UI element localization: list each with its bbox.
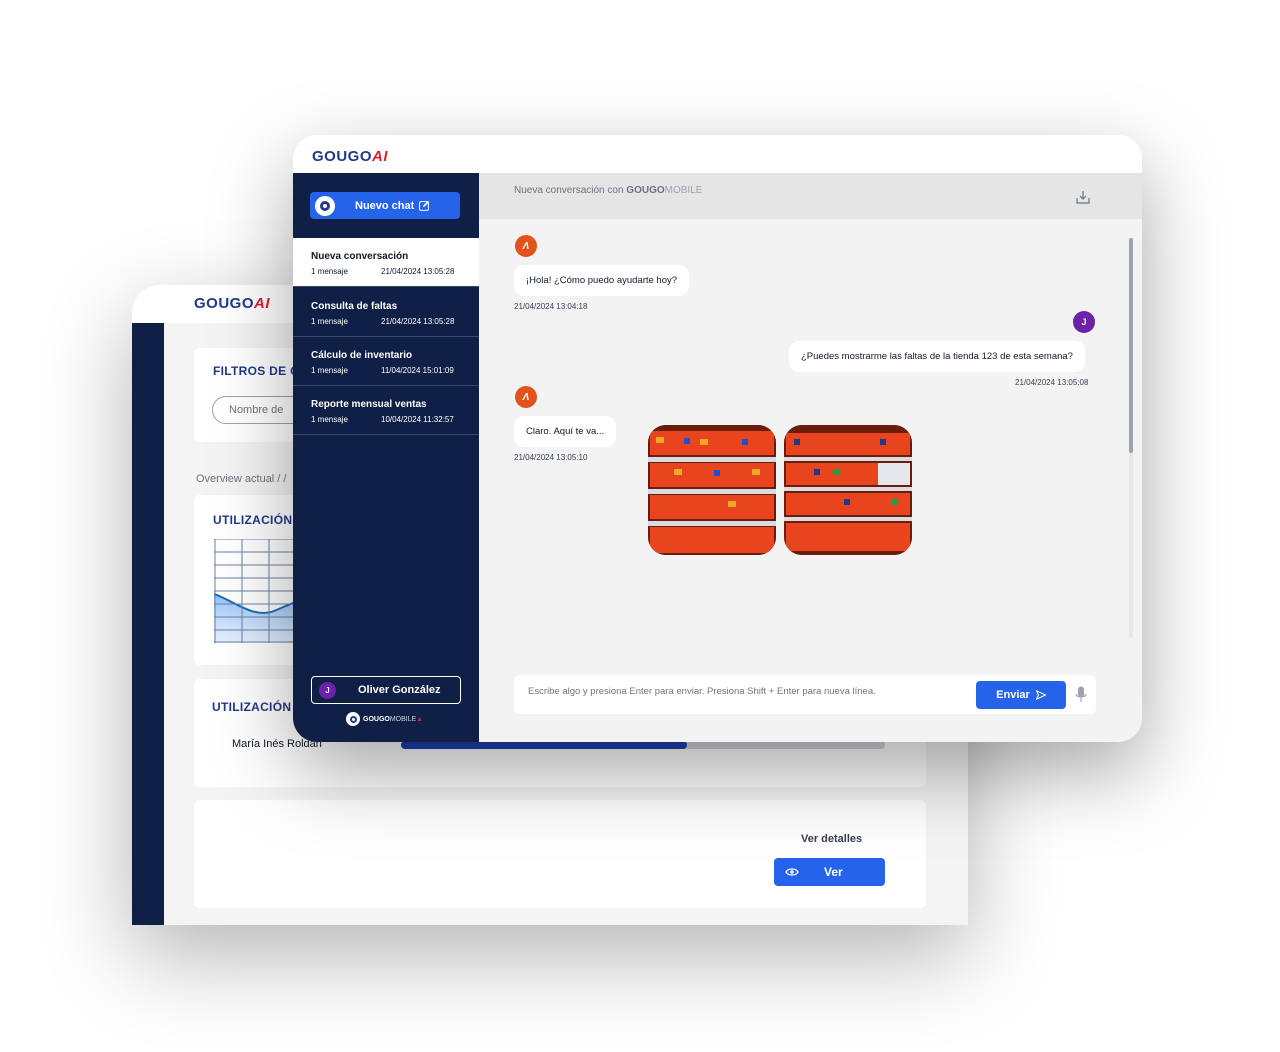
conversation-count: 1 mensaje	[311, 267, 348, 276]
footer-logo: GOUGO MOBILE ▲	[346, 712, 423, 726]
filters-title: FILTROS DE C	[213, 364, 300, 378]
conversation-title: Reporte mensual ventas	[311, 399, 427, 410]
person-progress-track	[401, 741, 885, 749]
dashboard-logo: GOUGOAI	[194, 295, 271, 312]
conversation-item[interactable]: Consulta de faltas 1 mensaje 21/04/2024 …	[293, 288, 479, 337]
utilization-title-1: UTILIZACIÓN	[213, 513, 293, 527]
user-profile-button[interactable]: J Oliver González	[311, 676, 461, 704]
utilization-title-2: UTILIZACIÓN	[212, 700, 292, 714]
bot-message: Claro. Aquí te va...	[514, 416, 617, 447]
new-chat-button[interactable]: Nuevo chat	[310, 192, 460, 219]
conversation-title: Consulta de faltas	[311, 301, 398, 312]
chat-sidebar: Nuevo chat Nueva conversación 1 mensaje …	[293, 173, 479, 742]
message-time: 21/04/2024 13:04:18	[514, 302, 588, 311]
eye-icon	[785, 868, 799, 876]
conversation-item[interactable]: Cálculo de inventario 1 mensaje 11/04/20…	[293, 337, 479, 386]
shelf-photo[interactable]	[784, 425, 912, 555]
send-icon	[1035, 690, 1046, 700]
conversation-title: Cálculo de inventario	[311, 350, 413, 361]
ver-detalles-label: Ver detalles	[801, 833, 863, 845]
chat-logo: GOUGOAI	[312, 148, 389, 165]
edit-icon	[419, 200, 430, 211]
user-avatar: J	[1073, 311, 1095, 333]
avatar: J	[319, 681, 336, 699]
ver-button-label: Ver	[824, 865, 843, 879]
conversation-date: 21/04/2024 13:05:28	[381, 317, 455, 326]
conversation-count: 1 mensaje	[311, 317, 348, 326]
details-card: Ver detalles Ver	[194, 800, 926, 908]
stage: GOUGOAI FILTROS DE C Nombre de Overview …	[0, 0, 1280, 1052]
conversation-title: Nueva conversación	[311, 251, 409, 262]
conversation-date: 10/04/2024 11:32:57	[381, 415, 454, 424]
send-label: Enviar	[996, 689, 1030, 701]
mic-icon[interactable]	[1075, 686, 1087, 704]
message-time: 21/04/2024 13:05:08	[1015, 378, 1089, 387]
user-name: Oliver González	[358, 684, 441, 696]
chat-area: Nueva conversación con GOUGOMOBILE Λ ¡Ho…	[479, 173, 1142, 742]
ver-button[interactable]: Ver	[774, 858, 885, 886]
conversation-count: 1 mensaje	[311, 366, 348, 375]
bot-avatar: Λ	[515, 235, 537, 257]
chat-scrollbar[interactable]	[1129, 238, 1133, 638]
bot-message: ¡Hola! ¿Cómo puedo ayudarte hoy?	[514, 265, 690, 296]
gougo-icon	[315, 195, 335, 216]
user-message: ¿Puedes mostrarme las faltas de la tiend…	[789, 341, 1085, 372]
conversation-count: 1 mensaje	[311, 415, 348, 424]
chat-header: Nueva conversación con GOUGOMOBILE	[479, 173, 1142, 219]
chat-window: GOUGOAI Nuevo chat Nueva conversación 1 …	[293, 135, 1142, 742]
breadcrumb: Overview actual / /	[196, 473, 287, 485]
download-icon[interactable]	[1076, 190, 1090, 204]
dashboard-sidebar	[132, 323, 164, 925]
bot-avatar: Λ	[515, 386, 537, 408]
conversation-item[interactable]: Nueva conversación 1 mensaje 21/04/2024 …	[293, 238, 479, 287]
new-chat-label: Nuevo chat	[355, 199, 415, 212]
chat-header-title: Nueva conversación con GOUGOMOBILE	[514, 185, 703, 196]
conversation-item[interactable]: Reporte mensual ventas 1 mensaje 10/04/2…	[293, 386, 479, 435]
person-progress-fill	[401, 741, 687, 749]
gougo-icon	[346, 712, 360, 726]
conversation-date: 11/04/2024 15:01:09	[381, 366, 454, 375]
send-button[interactable]: Enviar	[976, 681, 1066, 709]
conversation-date: 21/04/2024 13:05:28	[381, 267, 455, 276]
shelf-photo[interactable]	[648, 425, 776, 555]
message-time: 21/04/2024 13:05:10	[514, 453, 588, 462]
chat-topbar: GOUGOAI	[293, 135, 1142, 173]
message-composer: Enviar	[514, 675, 1096, 714]
message-input[interactable]	[528, 686, 968, 697]
